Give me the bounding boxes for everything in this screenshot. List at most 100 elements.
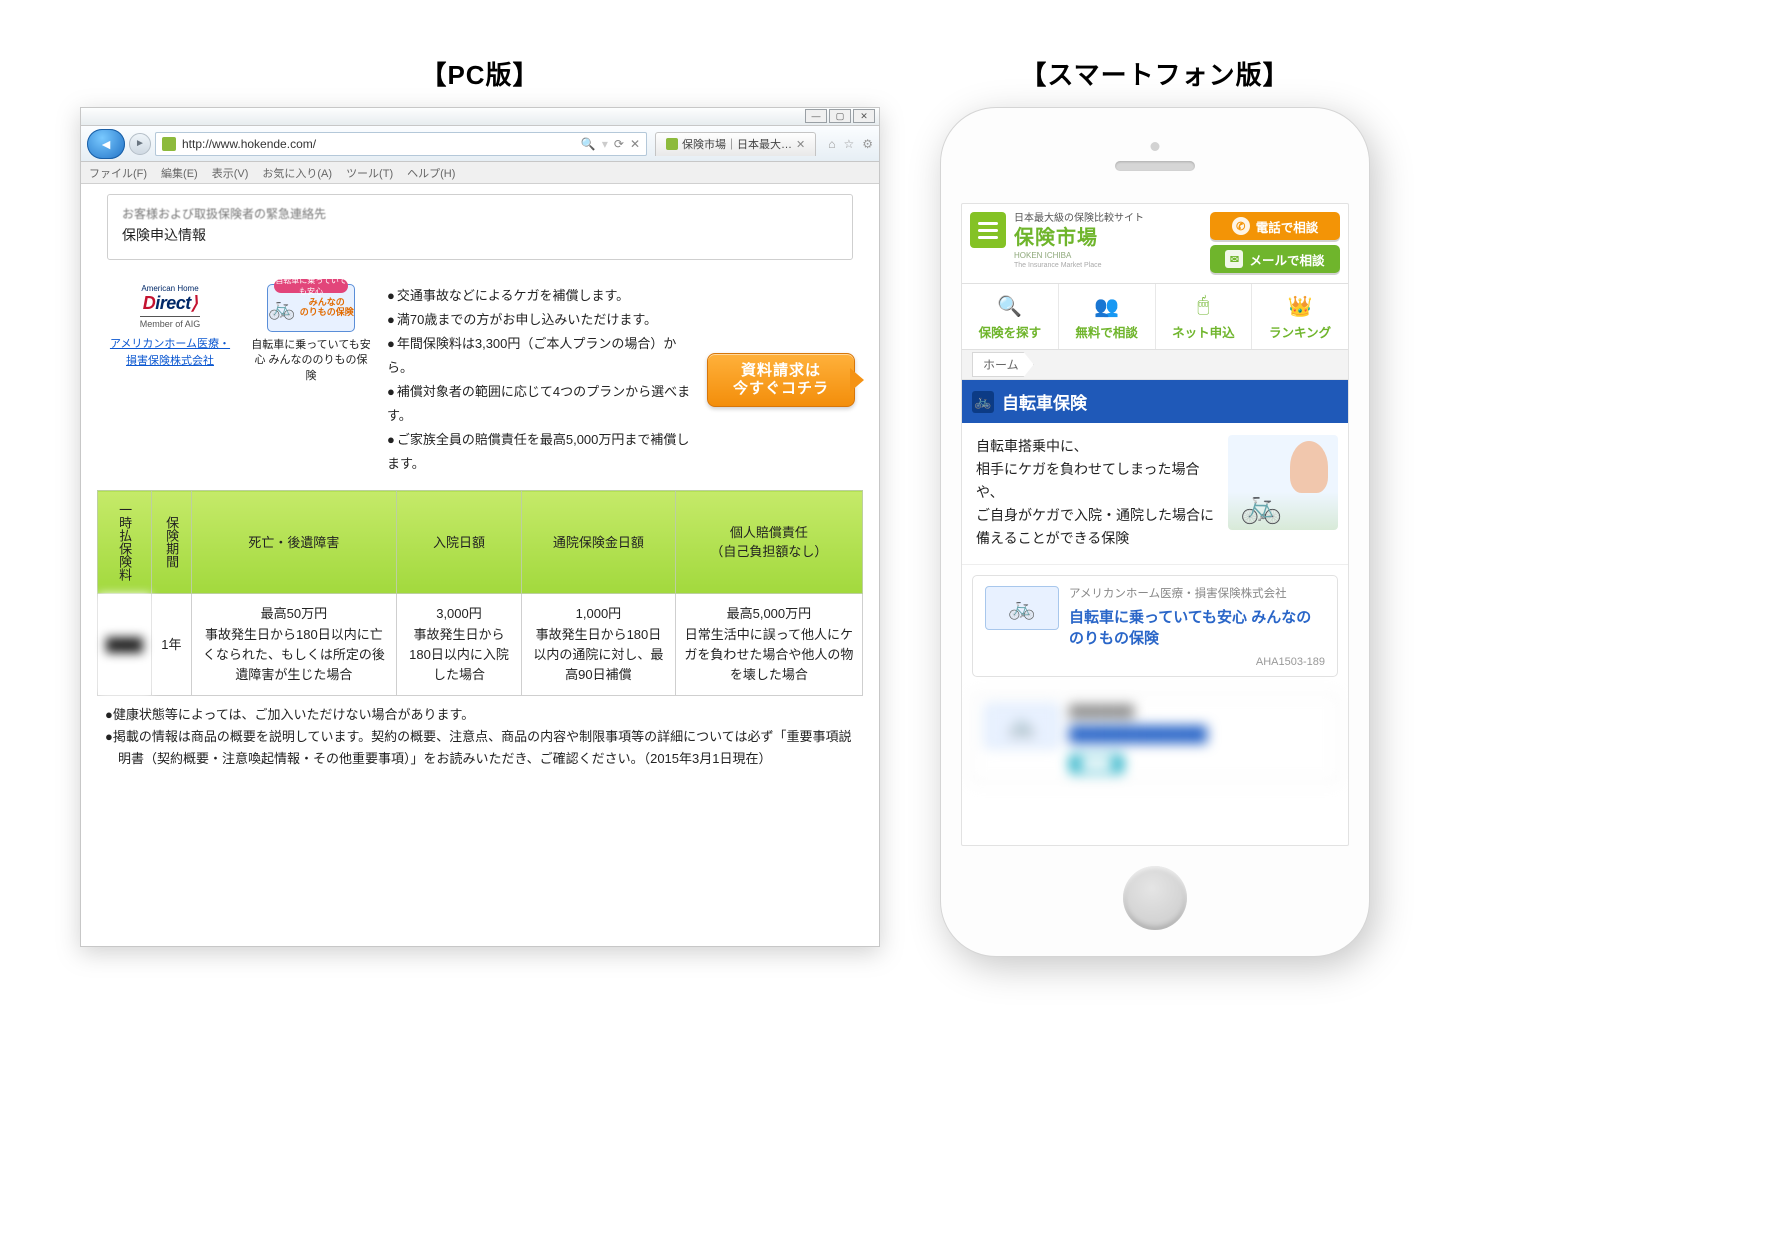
menu-help[interactable]: ヘルプ(H): [407, 165, 455, 181]
hero-illustration: [1228, 435, 1338, 530]
info-box: お客様および取扱保険者の緊急連絡先 保険申込情報: [107, 194, 853, 260]
menu-view[interactable]: 表示(V): [212, 165, 249, 181]
forward-button[interactable]: [129, 133, 151, 155]
plan-table: 一時払保険料 保険期間 死亡・後遺障害 入院日額 通院保険金日額 個人賠償責任 …: [97, 490, 863, 696]
cta-line1: 資料請求は: [741, 362, 821, 380]
section-title: 🚲 自転車保険: [962, 380, 1348, 423]
cell-hospital: 3,000円事故発生日から180日以内に入院した場合: [396, 594, 521, 696]
menu-favorites[interactable]: お気に入り(A): [262, 165, 332, 181]
hero-block: 自転車搭乗中に、 相手にケガを負わせてしまった場合や、 ご自身がケガで入院・通院…: [962, 423, 1348, 565]
hamburger-menu-button[interactable]: [970, 212, 1006, 248]
browser-menu-bar: ファイル(F) 編集(E) 表示(V) お気に入り(A) ツール(T) ヘルプ(…: [81, 162, 879, 184]
nav-label: 無料で相談: [1059, 322, 1155, 341]
favorites-icon[interactable]: ☆: [843, 137, 854, 151]
nav-search[interactable]: 🔍 保険を探す: [962, 284, 1059, 349]
footnote-item: 掲載の情報は商品の概要を説明しています。契約の概要、注意点、商品の内容や制限事項…: [105, 726, 855, 770]
feature-item: 交通事故などによるケガを補償します。: [387, 284, 691, 308]
logo-en: HOKEN ICHIBA: [1014, 251, 1202, 261]
consult-icon: 👥: [1059, 294, 1155, 318]
table-row: ████ 1年 最高50万円事故発生日から180日以内に亡くなられた、もしくは所…: [98, 594, 863, 696]
th-outpatient: 通院保険金日額: [522, 491, 676, 594]
product-badge: 自転車に乗っていても安心 🚲 みんなの のりもの保険: [267, 284, 355, 332]
product-company: アメリカンホーム医療・損害保険株式会社: [1069, 586, 1325, 602]
th-liability: 個人賠償責任 （自己負担額なし）: [675, 491, 862, 594]
site-logo[interactable]: 日本最大級の保険比較サイト 保険市場 HOKEN ICHIBA The Insu…: [1014, 212, 1202, 270]
cell-premium-blurred: ████: [98, 594, 152, 696]
settings-icon[interactable]: ⚙: [862, 137, 873, 151]
menu-edit[interactable]: 編集(E): [161, 165, 198, 181]
phone-home-button[interactable]: [1123, 866, 1187, 930]
brand-pretitle: American Home: [105, 284, 235, 293]
nav-label: ネット申込: [1156, 322, 1252, 341]
logo-main: 保険市場: [1014, 225, 1202, 251]
phone-frame: 日本最大級の保険比較サイト 保険市場 HOKEN ICHIBA The Insu…: [940, 107, 1370, 957]
search-icon: 🔍: [962, 294, 1058, 318]
feature-item: 年間保険料は3,300円（ご本人プランの場合）から。: [387, 332, 691, 380]
search-icon[interactable]: 🔍: [581, 137, 596, 151]
phone-consult-button[interactable]: ✆ 電話で相談: [1210, 212, 1340, 240]
sp-section-label: 【スマートフォン版】: [940, 55, 1370, 92]
feature-list: 交通事故などによるケガを補償します。 満70歳までの方がお申し込みいただけます。…: [387, 284, 691, 476]
nav-apply[interactable]: 🖱 ネット申込: [1156, 284, 1253, 349]
favicon-icon: [162, 137, 176, 151]
product-card[interactable]: 🚲 アメリカンホーム医療・損害保険株式会社 自転車に乗っていても安心 みんなのの…: [972, 575, 1338, 677]
apply-icon: 🖱: [1156, 294, 1252, 318]
main-nav: 🔍 保険を探す 👥 無料で相談 🖱 ネット申込 👑ランキング: [962, 283, 1348, 350]
cell-liability: 最高5,000万円日常生活中に誤って他人にケガを負わせた場合や他人の物を壊した場…: [675, 594, 862, 696]
stop-icon[interactable]: ✕: [630, 137, 640, 151]
window-maximize-button[interactable]: ▢: [829, 109, 851, 123]
request-documents-button[interactable]: 資料請求は 今すぐコチラ: [707, 353, 855, 407]
nav-label: 保険を探す: [962, 322, 1058, 341]
mail-consult-button[interactable]: ✉ メールで相談: [1210, 245, 1340, 273]
th-death: 死亡・後遺障害: [191, 491, 396, 594]
product-badge-text: みんなの のりもの保険: [300, 298, 354, 318]
bicycle-icon: 🚲: [268, 295, 295, 321]
product-thumb-icon: 🚲: [985, 586, 1059, 630]
brand-link[interactable]: アメリカンホーム医療・損害保険株式会社: [105, 336, 235, 369]
nav-ranking[interactable]: 👑ランキング: [1252, 284, 1348, 349]
breadcrumb: ホーム: [962, 350, 1348, 380]
product-caption: 自転車に乗っていても安心 みんなののりもの保険: [251, 338, 371, 384]
address-bar[interactable]: http://www.hokende.com/ 🔍 ▾ ⟳ ✕: [155, 132, 647, 156]
tab-close-icon[interactable]: ✕: [796, 138, 805, 151]
back-button[interactable]: [87, 129, 125, 159]
feature-item: ご家族全員の賠償責任を最高5,000万円まで補償します。: [387, 428, 691, 476]
page-content: お客様および取扱保険者の緊急連絡先 保険申込情報 American Home D…: [81, 184, 879, 778]
browser-tab[interactable]: 保険市場｜日本最大級の… ✕: [655, 132, 816, 156]
window-close-button[interactable]: ✕: [853, 109, 875, 123]
phone-camera-icon: [1151, 142, 1160, 151]
cell-death: 最高50万円事故発生日から180日以内に亡くなられた、もしくは所定の後遺障害が生…: [191, 594, 396, 696]
mail-consult-label: メールで相談: [1249, 250, 1324, 269]
window-minimize-button[interactable]: —: [805, 109, 827, 123]
url-text: http://www.hokende.com/: [182, 137, 316, 151]
th-hospital: 入院日額: [396, 491, 521, 594]
phone-consult-label: 電話で相談: [1256, 217, 1319, 236]
menu-file[interactable]: ファイル(F): [89, 165, 147, 181]
footnotes: 健康状態等によっては、ご加入いただけない場合があります。 掲載の情報は商品の概要…: [105, 704, 855, 770]
phone-screen: 日本最大級の保険比較サイト 保険市場 HOKEN ICHIBA The Insu…: [961, 203, 1349, 846]
bicycle-section-icon: 🚲: [972, 391, 994, 413]
pc-section-label: 【PC版】: [80, 55, 880, 92]
home-icon[interactable]: ⌂: [828, 137, 835, 151]
nav-label: ランキング: [1252, 322, 1348, 341]
window-titlebar: — ▢ ✕: [81, 108, 879, 126]
breadcrumb-home[interactable]: ホーム: [972, 352, 1034, 377]
reload-icon[interactable]: ⟳: [614, 137, 624, 151]
menu-tools[interactable]: ツール(T): [346, 165, 393, 181]
product-thumb-icon: 🚲: [985, 704, 1059, 748]
info-box-line: 保険申込情報: [122, 225, 838, 245]
phone-icon: ✆: [1232, 217, 1250, 235]
product-card-blurred: 🚲 ████████ █████████████ ████: [972, 693, 1338, 783]
mail-icon: ✉: [1225, 250, 1243, 268]
cta-line2: 今すぐコチラ: [733, 380, 829, 398]
nav-consult[interactable]: 👥 無料で相談: [1059, 284, 1156, 349]
browser-window: — ▢ ✕ http://www.hokende.com/ 🔍 ▾: [80, 107, 880, 947]
phone-speaker-icon: [1115, 161, 1195, 171]
product-code: AHA1503-189: [1069, 656, 1325, 668]
tab-title: 保険市場｜日本最大級の…: [682, 136, 792, 152]
cell-outpatient: 1,000円事故発生日から180日以内の通院に対し、最高90日補償: [522, 594, 676, 696]
product-badge-pill: 自転車に乗っていても安心: [274, 279, 348, 293]
hero-text: 自転車搭乗中に、 相手にケガを負わせてしまった場合や、 ご自身がケガで入院・通院…: [976, 435, 1218, 550]
feature-item: 満70歳までの方がお申し込みいただけます。: [387, 308, 691, 332]
th-premium: 一時払保険料: [98, 491, 152, 594]
